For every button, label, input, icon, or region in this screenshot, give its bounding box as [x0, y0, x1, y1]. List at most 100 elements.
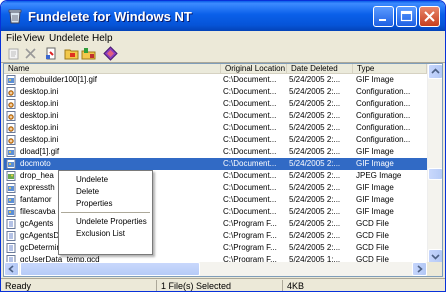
- original-location-cell: C:\Document...: [223, 207, 277, 216]
- type-cell: GIF Image: [356, 195, 394, 204]
- title-bar[interactable]: Fundelete for Windows NT: [1, 1, 445, 31]
- context-undelete-properties[interactable]: Undelete Properties: [76, 217, 147, 226]
- gif-file-icon: [6, 159, 16, 169]
- column-header-date-deleted[interactable]: Date Deleted: [287, 64, 353, 74]
- ini-file-icon: [6, 135, 16, 145]
- context-exclusion-list[interactable]: Exclusion List: [76, 229, 125, 238]
- file-name-cell: docmoto: [20, 159, 51, 168]
- original-location-cell: C:\Program F...: [223, 243, 277, 252]
- delete-icon[interactable]: [23, 46, 38, 61]
- date-deleted-cell: 5/24/2005 2:...: [289, 183, 341, 192]
- gif-file-icon: [6, 207, 16, 217]
- file-row[interactable]: docmoto C:\Document... 5/24/2005 2:... GIF …: [4, 158, 427, 170]
- column-header-type[interactable]: Type: [353, 64, 427, 74]
- maximize-icon: [400, 10, 413, 22]
- original-location-cell: C:\Document...: [223, 75, 277, 84]
- toolbar: [1, 46, 445, 61]
- menu-undelete[interactable]: Undelete: [49, 33, 89, 44]
- type-cell: GIF Image: [356, 159, 394, 168]
- ini-file-icon: [6, 111, 16, 121]
- undelete-icon[interactable]: [44, 46, 59, 61]
- original-location-cell: C:\Document...: [223, 87, 277, 96]
- gif-file-icon: [6, 147, 16, 157]
- jpeg-file-icon: [6, 171, 16, 181]
- original-location-cell: C:\Document...: [223, 111, 277, 120]
- ini-file-icon: [6, 123, 16, 133]
- file-name-cell: dload[1].gif: [20, 147, 60, 156]
- scroll-left-button[interactable]: [4, 262, 19, 276]
- gif-file-icon: [6, 183, 16, 193]
- file-row[interactable]: desktop.ini C:\Document... 5/24/2005 2:...…: [4, 110, 427, 122]
- gif-file-icon: [6, 75, 16, 85]
- status-selection-count: 1 File(s) Selected: [159, 280, 283, 291]
- date-deleted-cell: 5/24/2005 2:...: [289, 123, 341, 132]
- menu-view[interactable]: View: [23, 33, 45, 44]
- file-row[interactable]: desktop.ini C:\Document... 5/24/2005 2:...…: [4, 134, 427, 146]
- type-cell: GCD File: [356, 231, 389, 240]
- file-name-cell: desktop.ini: [20, 111, 59, 120]
- column-header-original-location[interactable]: Original Location: [221, 64, 287, 74]
- folder-icon[interactable]: [64, 46, 79, 61]
- minimize-icon: [379, 19, 386, 21]
- scroll-up-button[interactable]: [428, 64, 442, 79]
- file-name-cell: desktop.ini: [20, 123, 59, 132]
- properties-icon[interactable]: [7, 46, 22, 61]
- column-header-name[interactable]: Name: [4, 64, 221, 74]
- vertical-scrollbar[interactable]: [427, 64, 442, 264]
- date-deleted-cell: 5/24/2005 2:...: [289, 99, 341, 108]
- original-location-cell: C:\Document...: [223, 183, 277, 192]
- type-cell: Configuration...: [356, 111, 411, 120]
- vertical-scroll-thumb[interactable]: [428, 168, 442, 180]
- type-cell: Configuration...: [356, 123, 411, 132]
- date-deleted-cell: 5/24/2005 2:...: [289, 75, 341, 84]
- date-deleted-cell: 5/24/2005 2:...: [289, 171, 341, 180]
- minimize-button[interactable]: [373, 6, 394, 27]
- context-undelete[interactable]: Undelete: [76, 175, 108, 184]
- date-deleted-cell: 5/24/2005 2:...: [289, 111, 341, 120]
- file-row[interactable]: demobuilder100[1].gif C:\Document... 5/24/…: [4, 74, 427, 86]
- ini-file-icon: [6, 87, 16, 97]
- scroll-right-button[interactable]: [412, 262, 427, 276]
- original-location-cell: C:\Document...: [223, 171, 277, 180]
- file-name-cell: desktop.ini: [20, 135, 59, 144]
- gcd-file-icon: [6, 243, 16, 253]
- window-title: Fundelete for Windows NT: [28, 9, 192, 24]
- file-row[interactable]: dload[1].gif C:\Document... 5/24/2005 2:..…: [4, 146, 427, 158]
- horizontal-scroll-thumb[interactable]: [20, 262, 200, 276]
- diamond-icon[interactable]: [103, 46, 118, 61]
- file-row[interactable]: desktop.ini C:\Document... 5/24/2005 2:...…: [4, 86, 427, 98]
- maximize-button[interactable]: [396, 6, 417, 27]
- type-cell: GCD File: [356, 243, 389, 252]
- date-deleted-cell: 5/24/2005 2:...: [289, 159, 341, 168]
- file-row[interactable]: desktop.ini C:\Document... 5/24/2005 2:...…: [4, 122, 427, 134]
- context-menu: Undelete Delete Properties Undelete Prop…: [58, 170, 153, 255]
- close-button[interactable]: [419, 6, 440, 27]
- type-cell: Configuration...: [356, 87, 411, 96]
- original-location-cell: C:\Program F...: [223, 219, 277, 228]
- date-deleted-cell: 5/24/2005 2:...: [289, 243, 341, 252]
- context-delete[interactable]: Delete: [76, 187, 99, 196]
- file-row[interactable]: desktop.ini C:\Document... 5/24/2005 2:...…: [4, 98, 427, 110]
- original-location-cell: C:\Document...: [223, 135, 277, 144]
- chevron-left-icon: [8, 265, 14, 273]
- menu-help[interactable]: Help: [92, 33, 113, 44]
- close-icon: [424, 11, 435, 22]
- original-location-cell: C:\Document...: [223, 159, 277, 168]
- menu-bar: File View Undelete Help: [1, 31, 445, 47]
- type-cell: JPEG Image: [356, 171, 402, 180]
- status-size: 4KB: [287, 281, 305, 291]
- status-state: Ready: [3, 280, 157, 291]
- date-deleted-cell: 5/24/2005 2:...: [289, 207, 341, 216]
- file-name-cell: desktop.ini: [20, 99, 59, 108]
- context-properties[interactable]: Properties: [76, 199, 112, 208]
- file-name-cell: demobuilder100[1].gif: [20, 75, 97, 84]
- file-name-cell: desktop.ini: [20, 87, 59, 96]
- menu-file[interactable]: File: [6, 33, 22, 44]
- date-deleted-cell: 5/24/2005 2:...: [289, 219, 341, 228]
- date-deleted-cell: 5/24/2005 2:...: [289, 195, 341, 204]
- date-deleted-cell: 5/24/2005 2:...: [289, 231, 341, 240]
- original-location-cell: C:\Document...: [223, 195, 277, 204]
- folder-tools-icon[interactable]: [81, 46, 96, 61]
- horizontal-scrollbar[interactable]: [4, 262, 427, 276]
- gif-file-icon: [6, 195, 16, 205]
